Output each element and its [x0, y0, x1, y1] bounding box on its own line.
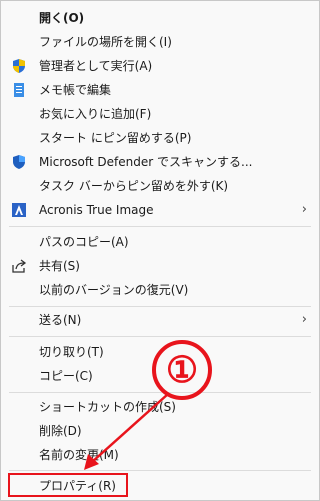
annotation-arrow-icon	[84, 393, 169, 470]
annotation-number-badge: ①	[152, 340, 212, 400]
